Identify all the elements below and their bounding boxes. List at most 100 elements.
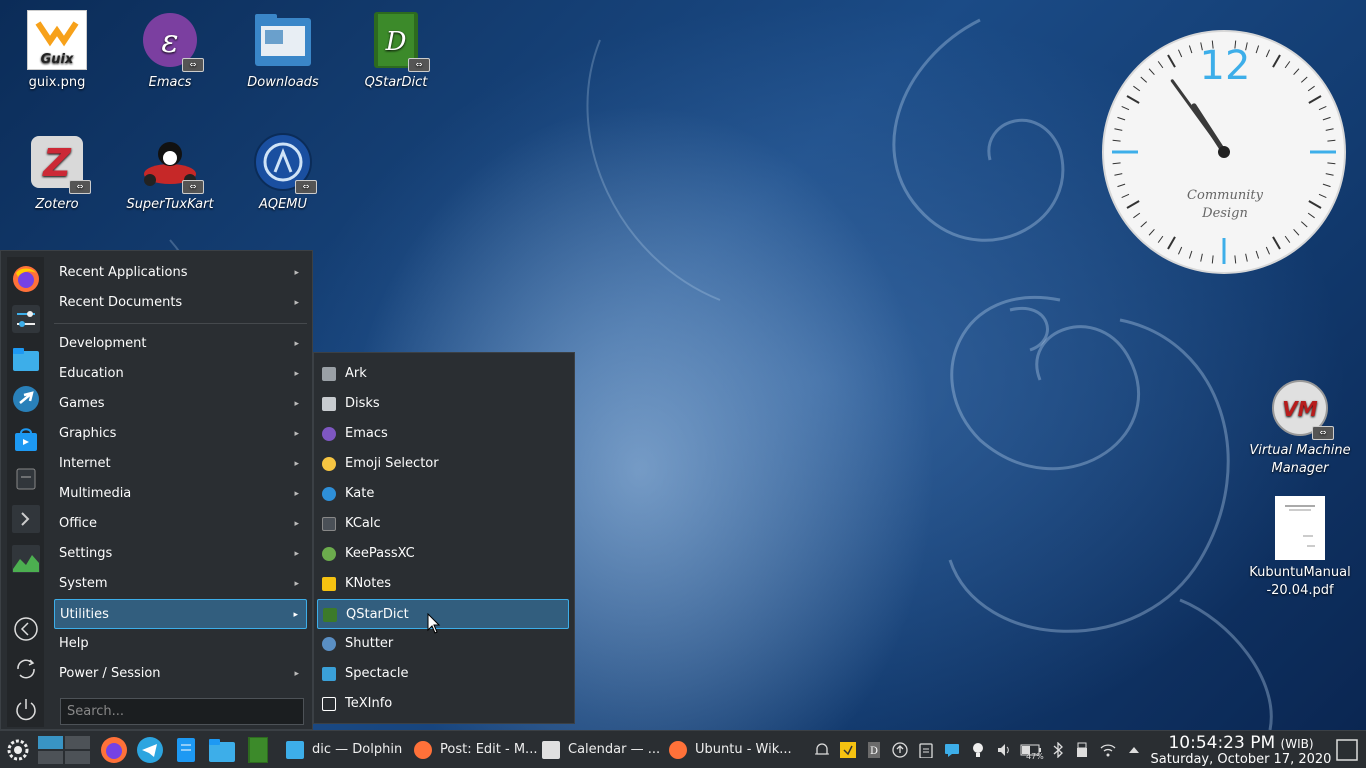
submenu-item-label: Ark xyxy=(345,366,367,381)
wifi-icon[interactable] xyxy=(1100,742,1116,758)
menu-category-list: Recent Applications ▸ Recent Documents ▸ D… xyxy=(54,258,307,689)
pager-icon[interactable] xyxy=(38,736,92,764)
link-badge-icon: ⇔ xyxy=(182,58,204,72)
submenu-item-label: Emoji Selector xyxy=(345,456,439,471)
submenu-item-label: QStarDict xyxy=(346,607,409,622)
power-icon[interactable] xyxy=(12,695,40,723)
menu-item-graphics[interactable]: Graphics ▸ xyxy=(54,419,307,449)
submenu-arrow-icon: ▸ xyxy=(294,429,299,439)
menu-item-games[interactable]: Games ▸ xyxy=(54,389,307,419)
alarm-icon[interactable] xyxy=(814,742,830,758)
refresh-icon[interactable] xyxy=(12,655,40,683)
battery-percent: 47% xyxy=(1026,752,1044,761)
dolphin-icon[interactable] xyxy=(208,736,236,764)
firefox-icon[interactable] xyxy=(12,265,40,293)
chat-icon[interactable] xyxy=(944,742,960,758)
menu-item-internet[interactable]: Internet ▸ xyxy=(54,449,307,479)
desktop-icon-emacs[interactable]: ε ⇔ Emacs xyxy=(115,10,225,92)
submenu-item-disks[interactable]: Disks xyxy=(317,389,569,419)
folder-icon[interactable] xyxy=(12,345,40,373)
menu-item-recent-applications[interactable]: Recent Applications ▸ xyxy=(54,258,307,288)
battery-icon[interactable]: 47% xyxy=(1020,742,1044,761)
analog-clock-widget[interactable]: 12 Community Design xyxy=(1101,29,1347,275)
qstardict-icon[interactable] xyxy=(244,736,272,764)
desktop-icon-label: AQEMU xyxy=(258,197,308,212)
desktop-icon-virt-manager[interactable]: VM ⇔ Virtual Machine Manager xyxy=(1245,378,1355,478)
submenu-item-shutter[interactable]: Shutter xyxy=(317,629,569,659)
volume-icon[interactable] xyxy=(996,742,1012,758)
menu-item-education[interactable]: Education ▸ xyxy=(54,359,307,389)
system-monitor-icon[interactable] xyxy=(12,545,40,573)
menu-item-label: Education xyxy=(59,366,124,381)
bulb-icon[interactable] xyxy=(970,742,986,758)
kde-connect-icon[interactable] xyxy=(12,385,40,413)
menu-item-multimedia[interactable]: Multimedia ▸ xyxy=(54,479,307,509)
digital-clock-time[interactable]: 10:54:23 PM (WIB) xyxy=(1150,733,1332,754)
back-icon[interactable] xyxy=(12,615,40,643)
task-firefox-ubuntu[interactable]: Ubuntu - Wik... xyxy=(663,734,792,766)
dictionary-icon[interactable]: D xyxy=(866,742,882,758)
task-dolphin[interactable]: dic — Dolphin xyxy=(280,734,404,766)
submenu-item-kcalc[interactable]: KCalc xyxy=(317,509,569,539)
zotero-icon: Z ⇔ xyxy=(27,132,91,194)
show-desktop-icon[interactable] xyxy=(1336,739,1358,761)
updates-icon[interactable] xyxy=(892,742,908,758)
favorites-sidebar xyxy=(7,257,44,727)
desktop-icon-downloads[interactable]: Downloads xyxy=(228,10,338,92)
desktop-icon-guix[interactable]: Guix guix.png xyxy=(2,10,112,92)
menu-item-recent-documents[interactable]: Recent Documents ▸ xyxy=(54,288,307,318)
menu-item-label: Internet xyxy=(59,456,111,471)
documents-icon[interactable] xyxy=(172,736,200,764)
menu-item-help[interactable]: Help xyxy=(54,629,307,659)
usb-icon[interactable] xyxy=(1074,742,1090,758)
submenu-item-emacs[interactable]: Emacs xyxy=(317,419,569,449)
submenu-item-texinfo[interactable]: TeXInfo xyxy=(317,689,569,719)
ark-icon xyxy=(322,367,336,381)
clipboard-icon[interactable] xyxy=(918,742,934,759)
desktop-icon-zotero[interactable]: Z ⇔ Zotero xyxy=(2,132,112,214)
desktop-icon-qstardict[interactable]: D ⇔ QStarDict xyxy=(341,10,451,92)
firefox-icon[interactable] xyxy=(100,736,128,764)
digital-clock-date[interactable]: Saturday, October 17, 2020 xyxy=(1148,752,1334,768)
submenu-item-qstardict[interactable]: QStarDict xyxy=(317,599,569,629)
menu-item-settings[interactable]: Settings ▸ xyxy=(54,539,307,569)
task-calendar[interactable]: Calendar — ... xyxy=(536,734,660,766)
expand-tray-icon[interactable] xyxy=(1126,742,1142,758)
sticky-notes-icon[interactable] xyxy=(840,742,856,758)
bluetooth-icon[interactable] xyxy=(1050,741,1066,759)
desktop-icon-supertuxkart[interactable]: ⇔ SuperTuxKart xyxy=(115,132,225,214)
submenu-item-kate[interactable]: Kate xyxy=(317,479,569,509)
submenu-item-spectacle[interactable]: Spectacle xyxy=(317,659,569,689)
menu-item-utilities[interactable]: Utilities ▸ xyxy=(54,599,307,629)
desktop-icon-kubuntu-manual[interactable]: KubuntuManual -20.04.pdf xyxy=(1245,496,1355,600)
emacs-icon xyxy=(322,427,336,441)
kde-menu-icon[interactable] xyxy=(4,736,32,764)
link-badge-icon: ⇔ xyxy=(408,58,430,72)
menu-item-office[interactable]: Office ▸ xyxy=(54,509,307,539)
qstardict-icon xyxy=(323,608,337,622)
menu-item-power-session[interactable]: Power / Session ▸ xyxy=(54,659,307,689)
submenu-item-ark[interactable]: Ark xyxy=(317,359,569,389)
telegram-icon[interactable] xyxy=(136,736,164,764)
task-firefox-post-edit[interactable]: Post: Edit - M... xyxy=(408,734,538,766)
submenu-arrow-icon: ▸ xyxy=(294,298,299,308)
task-label: Post: Edit - M... xyxy=(440,742,538,757)
terminal-icon[interactable] xyxy=(12,505,40,533)
vm-manager-icon: VM ⇔ xyxy=(1270,378,1334,440)
menu-item-system[interactable]: System ▸ xyxy=(54,569,307,599)
dolphin-icon xyxy=(286,741,304,759)
menu-search-input[interactable]: Search... xyxy=(60,698,304,725)
pdf-icon xyxy=(1275,496,1325,560)
submenu-item-knotes[interactable]: KNotes xyxy=(317,569,569,599)
submenu-item-emoji-selector[interactable]: Emoji Selector xyxy=(317,449,569,479)
menu-item-label: Office xyxy=(59,516,97,531)
submenu-item-keepassxc[interactable]: KeePassXC xyxy=(317,539,569,569)
kate-icon xyxy=(322,487,336,501)
link-badge-icon: ⇔ xyxy=(295,180,317,194)
menu-item-development[interactable]: Development ▸ xyxy=(54,329,307,359)
notes-icon[interactable] xyxy=(12,465,40,493)
discover-store-icon[interactable] xyxy=(12,425,40,453)
svg-text:D: D xyxy=(870,746,878,757)
desktop-icon-aqemu[interactable]: ⇔ AQEMU xyxy=(228,132,338,214)
settings-sliders-icon[interactable] xyxy=(12,305,40,333)
